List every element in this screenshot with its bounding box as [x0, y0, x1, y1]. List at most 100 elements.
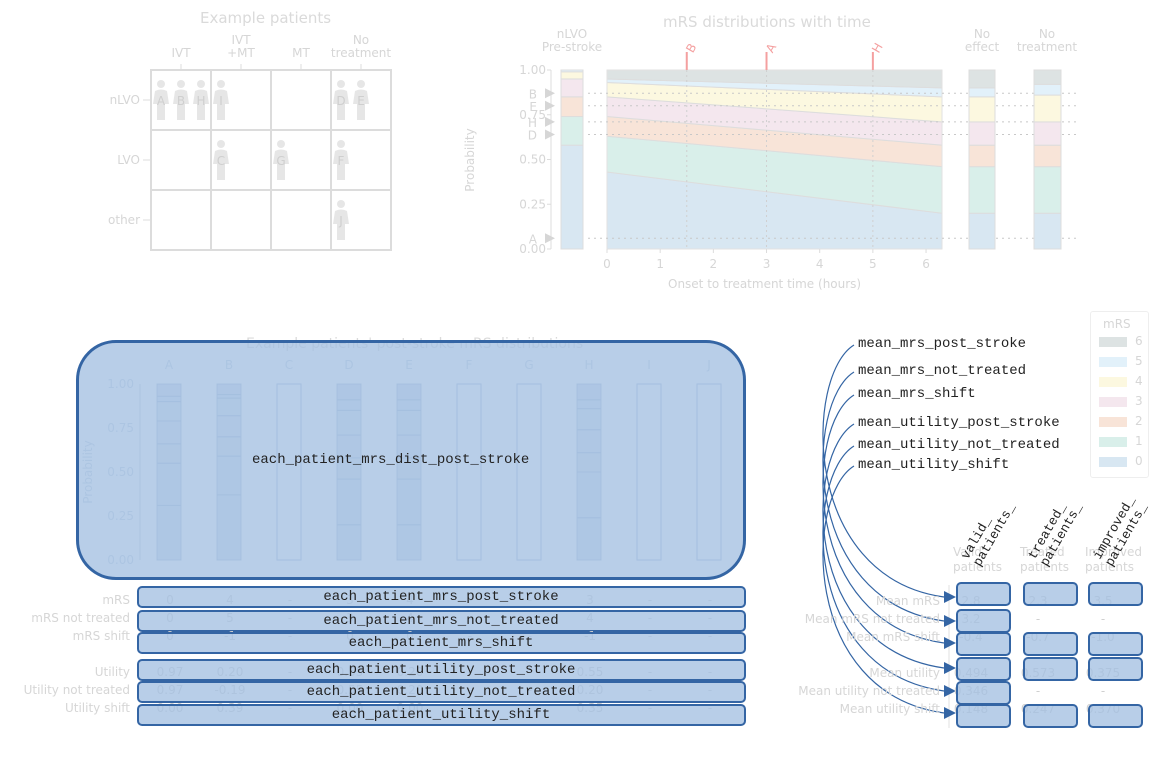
y-tick-label: 0.25 [519, 197, 546, 211]
no-effect-bar-segment-mrs3 [968, 121, 996, 146]
patient-marker-arrow [545, 88, 555, 99]
patient-head [217, 140, 225, 148]
pre-stroke-bar-segment-mrs5 [560, 69, 584, 73]
patient-label: E [357, 94, 365, 108]
grid-row-label: LVO [117, 153, 140, 167]
legend-label: 0 [1135, 454, 1143, 468]
patient-label: A [157, 94, 166, 108]
grid-column-label: +MT [227, 46, 255, 60]
y-tick-label: 1.00 [519, 63, 546, 77]
x-tick-label: 6 [922, 257, 930, 271]
no-treatment-bar-segment-mrs1 [1033, 166, 1062, 214]
patient-head [337, 140, 345, 148]
legend-label: 4 [1135, 374, 1143, 388]
patient-marker-arrow [545, 100, 555, 111]
summary-cell-overlay[interactable] [1023, 632, 1078, 656]
patient-row-overlay-label: each_patient_utility_not_treated [306, 684, 576, 700]
variable-label: mean_utility_post_stroke [858, 415, 1060, 431]
no-effect-label: No [974, 27, 990, 41]
grid-cell [270, 69, 332, 131]
x-tick-label: 2 [710, 257, 718, 271]
time-marker-label: A [763, 40, 780, 55]
time-xlabel: Onset to treatment time (hours) [668, 277, 862, 291]
no-treatment-bar-segment-mrs3 [1033, 121, 1062, 146]
no-effect-bar-segment-mrs0 [968, 212, 996, 250]
x-tick-label: 4 [816, 257, 824, 271]
pre-stroke-label: nLVO [557, 27, 587, 41]
summary-row-label: Mean mRS [875, 594, 940, 608]
no-effect-bar-segment-mrs4 [968, 96, 996, 123]
pre-stroke-bar-segment-mrs4 [560, 71, 584, 80]
legend-title: mRS [1103, 317, 1131, 331]
legend-swatch-mrs2 [1099, 417, 1127, 427]
patient-label: H [196, 94, 205, 108]
no-treatment-bar-segment-mrs4 [1033, 94, 1062, 123]
summary-cell-overlay[interactable] [1088, 704, 1143, 728]
no-effect-bar-segment-mrs2 [968, 144, 996, 168]
grid-cell [150, 129, 212, 191]
patient-marker-arrow [545, 129, 555, 140]
mrs-time-chart-title: mRS distributions with time [663, 13, 871, 31]
patient-row-overlay-label: each_patient_mrs_shift [348, 635, 534, 651]
summary-cell-overlay[interactable] [956, 582, 1011, 606]
summary-cell-overlay[interactable] [1088, 657, 1143, 681]
grid-column-label: MT [292, 46, 310, 60]
patient-head [277, 140, 285, 148]
y-tick-label: 0.50 [519, 153, 546, 167]
patient-row-overlay-label: each_patient_mrs_post_stroke [323, 589, 559, 605]
no-effect-bar-segment-mrs5 [968, 87, 996, 98]
no-treatment-bar-segment-mrs6 [1033, 69, 1062, 85]
variable-label: mean_utility_not_treated [858, 437, 1060, 453]
example-patients-title: Example patients [200, 9, 332, 27]
patient-marker-label: D [528, 128, 537, 142]
grid-cell [270, 189, 332, 251]
connector-arrow [822, 371, 945, 622]
legend-label: 2 [1135, 414, 1143, 428]
grid-column-label: IVT [171, 46, 191, 60]
summary-cell-overlay[interactable] [1023, 582, 1078, 606]
pre-stroke-bar-segment-mrs1 [560, 116, 584, 146]
summary-table-cell: - [1035, 612, 1041, 626]
summary-cell-overlay[interactable] [1023, 704, 1078, 728]
mrs-dist-overlay-label: each_patient_mrs_dist_post_stroke [252, 452, 530, 468]
no-treatment-bar-segment-mrs2 [1033, 144, 1062, 168]
variable-label: mean_mrs_not_treated [858, 363, 1027, 379]
grid-row-label: other [108, 213, 140, 227]
patient-label: I [219, 94, 223, 108]
legend-swatch-mrs3 [1099, 397, 1127, 407]
patient-label: G [276, 154, 285, 168]
variable-label: mean_mrs_shift [858, 386, 976, 402]
patient-label: C [217, 154, 225, 168]
summary-row-label: Mean utility not treated [798, 684, 940, 698]
summary-row-label: Mean mRS shift [846, 630, 940, 644]
grid-cell [210, 189, 272, 251]
legend-label: 5 [1135, 354, 1143, 368]
summary-row-label: Mean mRS not treated [804, 612, 940, 626]
summary-cell-overlay[interactable] [956, 704, 1011, 728]
summary-cell-overlay[interactable] [1088, 582, 1143, 606]
grid-cell [150, 189, 212, 251]
grid-column-label: IVT [231, 33, 251, 47]
variable-label: mean_mrs_post_stroke [858, 336, 1027, 352]
summary-cell-overlay[interactable] [956, 632, 1011, 656]
patient-row-label: mRS shift [72, 629, 130, 643]
summary-cell-overlay[interactable] [1088, 632, 1143, 656]
summary-row-label: Mean utility [869, 666, 940, 680]
x-tick-label: 3 [763, 257, 771, 271]
patient-marker-label: E [529, 100, 537, 114]
patient-row-label: mRS not treated [31, 611, 130, 625]
legend-swatch-mrs1 [1099, 437, 1127, 447]
x-tick-label: 1 [656, 257, 664, 271]
summary-cell-overlay[interactable] [1023, 657, 1078, 681]
patient-head [177, 80, 185, 88]
legend-label: 3 [1135, 394, 1143, 408]
legend-label: 1 [1135, 434, 1143, 448]
pre-stroke-bar-segment-mrs2 [560, 96, 584, 118]
variable-label: mean_utility_shift [858, 457, 1010, 473]
summary-table-cell: - [1100, 612, 1106, 626]
no-treatment-bar-segment-mrs5 [1033, 83, 1062, 96]
mrs-legend: mRS 6 5 4 3 2 1 0 [1090, 311, 1149, 478]
summary-table-cell: - [1100, 684, 1106, 698]
summary-cell-overlay[interactable] [956, 657, 1011, 681]
y-axis-label: Probability [463, 128, 477, 191]
